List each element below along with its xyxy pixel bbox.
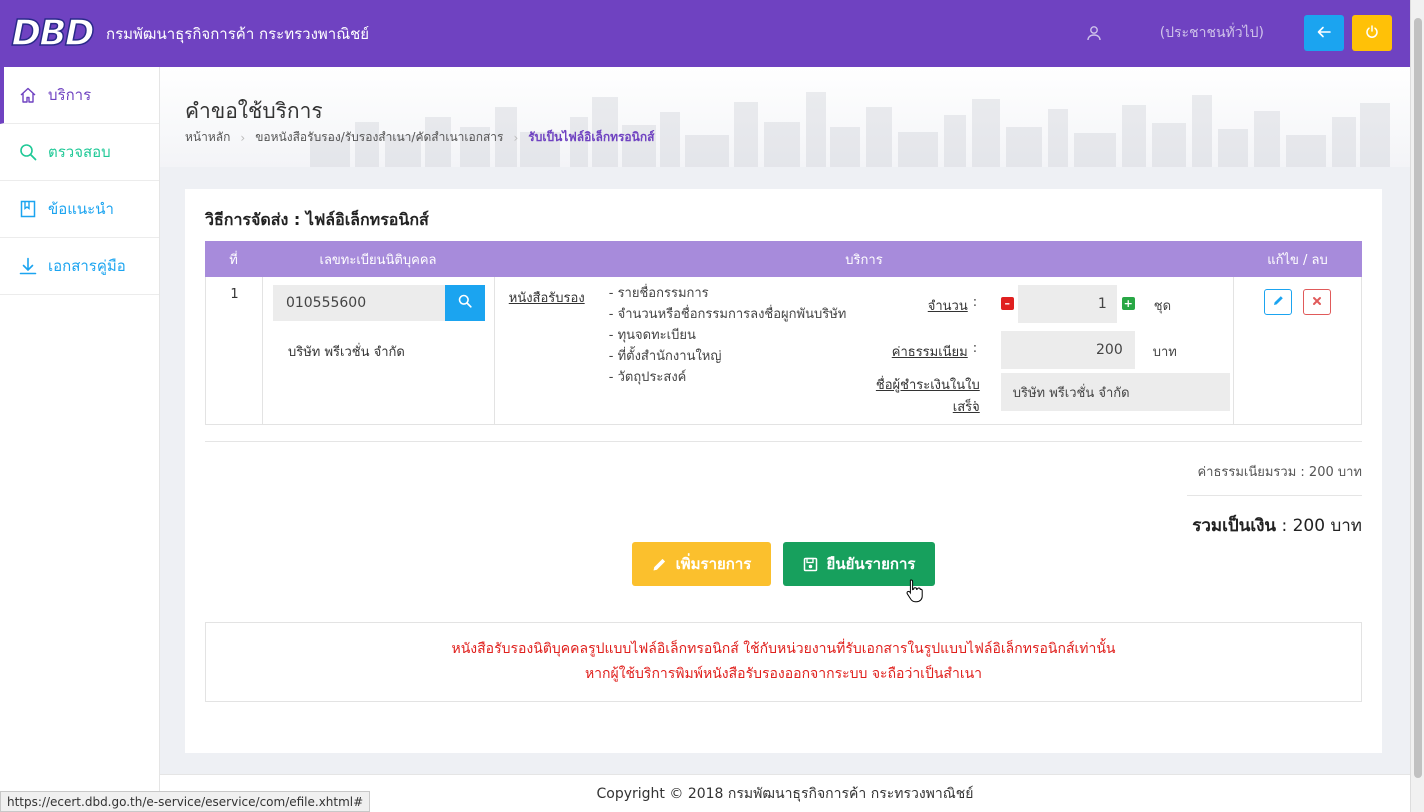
notice-line-2: หากผู้ใช้บริการพิมพ์หนังสือรับรองออกจากร… [584, 666, 983, 682]
list-item: - รายชื่อกรรมการ [608, 286, 709, 301]
notice-line-1: หนังสือรับรองนิติบุคคลรูปแบบไฟล์อิเล็กทร… [451, 641, 1116, 657]
breadcrumb: หน้าหลัก › ขอหนังสือรับรอง/รับรองสำเนา/ค… [185, 128, 654, 147]
pencil-icon [1273, 294, 1284, 310]
pencil-icon [652, 557, 667, 572]
minus-icon: – [1004, 297, 1011, 310]
breadcrumb-current: รับเป็นไฟล์อิเล็กทรอนิกส์ [528, 130, 655, 144]
page-title: คำขอใช้บริการ [185, 99, 323, 123]
arrow-left-icon [1317, 23, 1331, 44]
qty-unit: ชุด [1153, 299, 1172, 314]
hand-pointer-cursor-icon [906, 579, 923, 603]
delete-button[interactable] [1303, 289, 1332, 315]
service-table: ที่ เลขทะเบียนนิติบุคคล บริการ แก้ไข / ล… [205, 241, 1362, 425]
chevron-right-icon: › [240, 130, 246, 145]
grand-total-value: : 200 บาท [1276, 516, 1362, 536]
add-item-label: เพิ่มรายการ [675, 555, 752, 573]
sidebar-item-label: ข้อแนะนำ [48, 200, 114, 218]
sidebar-item-manuals[interactable]: เอกสารคู่มือ [0, 238, 159, 295]
fee-colon: : [972, 341, 978, 356]
home-icon [18, 85, 38, 105]
dbd-logo[interactable]: DBD [2, 9, 102, 59]
fee-unit: บาท [1152, 345, 1177, 360]
company-name: บริษัท พรีเวชั่น จำกัด [287, 345, 405, 360]
copyright-text: Copyright © 2018 กรมพัฒนาธุรกิจการค้า กร… [596, 785, 974, 802]
user-role: (ประชาชนทั่วไป) [1159, 25, 1264, 41]
divider [1187, 495, 1362, 496]
sidebar-item-guide[interactable]: ข้อแนะนำ [0, 181, 159, 238]
sidebar-item-label: เอกสารคู่มือ [48, 257, 126, 275]
header-no: ที่ [229, 252, 238, 268]
search-icon [18, 142, 38, 162]
city-skyline-decoration [310, 92, 1390, 167]
plus-icon: + [1123, 297, 1133, 310]
top-header: DBD กรมพัฒนาธุรกิจการค้า กระทรวงพาณิชย์ … [0, 0, 1410, 67]
table-header: ที่ เลขทะเบียนนิติบุคคล บริการ แก้ไข / ล… [205, 241, 1362, 277]
reg-no-input[interactable]: 010555600 [272, 285, 445, 321]
browser-status-url: https://ecert.dbd.go.th/e-service/eservi… [0, 791, 371, 812]
list-item: - จำนวนหรือชื่อกรรมการลงชื่อผูกพันบริษัท [608, 307, 847, 322]
qty-input[interactable]: 1 [1017, 285, 1117, 323]
breadcrumb-request-certificate[interactable]: ขอหนังสือรับรอง/รับรองสำเนา/คัดสำเนาเอกส… [255, 128, 503, 147]
service-items-list: - รายชื่อกรรมการ - จำนวนหรือชื่อกรรมการล… [609, 283, 847, 388]
header-service: บริการ [845, 252, 883, 268]
back-button[interactable] [1304, 15, 1344, 51]
qty-decrement-button[interactable]: – [1000, 297, 1014, 310]
qty-colon: : [972, 295, 978, 310]
org-name: กรมพัฒนาธุรกิจการค้า กระทรวงพาณิชย์ [106, 24, 370, 43]
delivery-method-title: วิธีการจัดส่ง : ไฟล์อิเล็กทรอนิกส์ [205, 210, 429, 229]
scroll-thumb[interactable] [1414, 18, 1422, 778]
table-row: 1 010555600 บริษัท พรีเวชั่น จำกัด หนังส… [205, 277, 1362, 425]
list-item: - ทุนจดทะเบียน [608, 328, 696, 343]
grand-total-label: รวมเป็นเงิน [1192, 516, 1277, 536]
logout-button[interactable] [1352, 15, 1392, 51]
qty-increment-button[interactable]: + [1121, 297, 1135, 310]
sidebar-item-label: ตรวจสอบ [48, 143, 111, 161]
sidebar-item-check[interactable]: ตรวจสอบ [0, 124, 159, 181]
fee-label: ค่าธรรมเนียม [891, 345, 968, 360]
request-card: วิธีการจัดส่ง : ไฟล์อิเล็กทรอนิกส์ ที่ เ… [185, 189, 1382, 753]
list-item: - วัตถุประสงค์ [608, 370, 687, 385]
row-number: 1 [230, 287, 239, 302]
confirm-label: ยืนยันรายการ [826, 555, 916, 573]
grand-total: รวมเป็นเงิน : 200 บาท [1192, 512, 1362, 539]
chevron-right-icon: › [513, 130, 519, 145]
edit-button[interactable] [1264, 289, 1293, 315]
sidebar-item-services[interactable]: บริการ [0, 67, 159, 124]
page-scrollbar[interactable] [1410, 0, 1424, 812]
reg-search-button[interactable] [444, 285, 485, 321]
fee-total: ค่าธรรมเนียมรวม : 200 บาท [1197, 465, 1362, 480]
sidebar: บริการ ตรวจสอบ ข้อแนะนำ เอกสารคู่มือ [0, 67, 160, 812]
divider [205, 441, 1362, 442]
cell-no: 1 [206, 277, 263, 424]
book-icon [18, 199, 38, 219]
sidebar-item-label: บริการ [48, 86, 92, 104]
header-edit-delete: แก้ไข / ลบ [1267, 252, 1328, 268]
page-heading: คำขอใช้บริการ หน้าหลัก › ขอหนังสือรับรอง… [160, 67, 1410, 167]
user-icon[interactable] [1084, 23, 1104, 43]
fee-value-field: 200 [1000, 331, 1135, 369]
header-reg-no: เลขทะเบียนนิติบุคคล [319, 252, 437, 268]
cell-actions [1234, 277, 1361, 424]
payer-label-line-1: ชื่อผู้ชำระเงินในใบ [875, 378, 980, 393]
cell-service: หนังสือรับรอง - รายชื่อกรรมการ - จำนวนหร… [495, 277, 1235, 424]
close-icon [1312, 294, 1322, 310]
logo-text: DBD [11, 12, 96, 55]
breadcrumb-home[interactable]: หน้าหลัก [185, 128, 230, 147]
qty-label: จำนวน [927, 299, 968, 314]
search-icon [458, 294, 472, 312]
header-actions: (ประชาชนทั่วไป) [1084, 15, 1392, 51]
save-icon [803, 557, 818, 572]
power-icon [1365, 23, 1379, 44]
payer-label: ชื่อผู้ชำระเงินในใบ เสร็จ [865, 375, 980, 419]
service-link[interactable]: หนังสือรับรอง [509, 287, 585, 308]
cell-reg-no: 010555600 บริษัท พรีเวชั่น จำกัด [263, 277, 495, 424]
notice-box: หนังสือรับรองนิติบุคคลรูปแบบไฟล์อิเล็กทร… [205, 622, 1362, 702]
list-item: - ที่ตั้งสำนักงานใหญ่ [608, 349, 722, 364]
add-item-button[interactable]: เพิ่มรายการ [632, 542, 771, 586]
payer-colon: : [972, 397, 978, 412]
download-icon [18, 256, 38, 276]
payer-name-input[interactable]: บริษัท พรีเวชั่น จำกัด [1000, 373, 1230, 411]
